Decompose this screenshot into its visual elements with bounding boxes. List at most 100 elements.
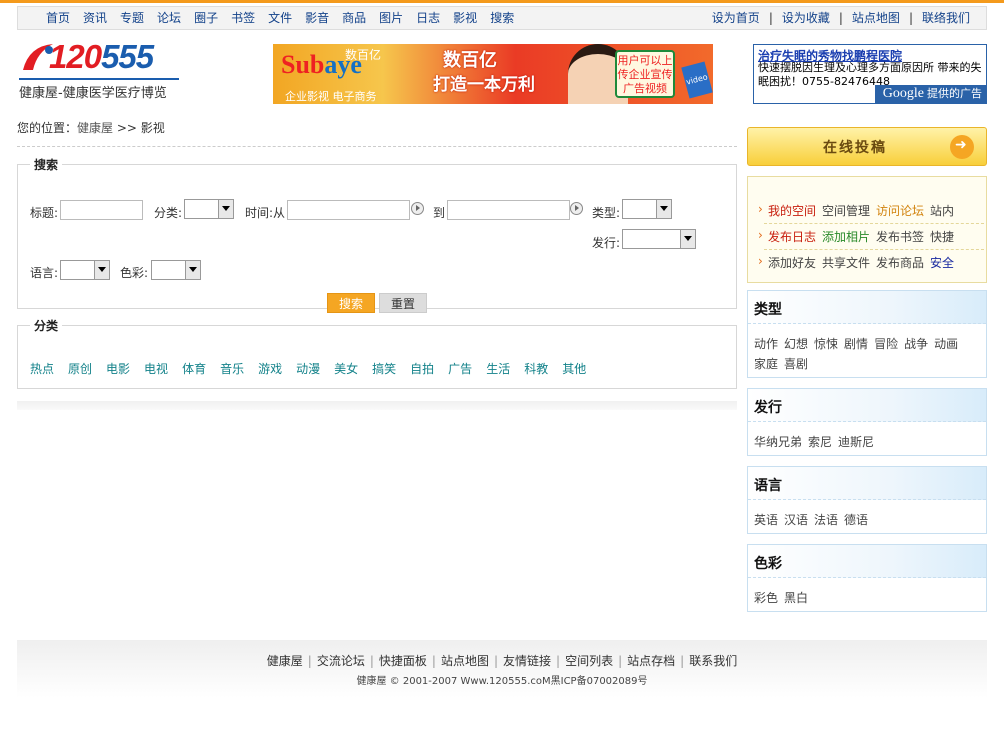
footer-link[interactable]: 站点存档 <box>627 654 675 668</box>
filter-link[interactable]: 动作 <box>754 337 778 351</box>
logo-tagline: 健康屋-健康医学医疗博览 <box>19 86 167 101</box>
category-link[interactable]: 动漫 <box>296 362 320 376</box>
space-link[interactable]: 安全 <box>930 256 954 270</box>
utility-link[interactable]: 设为首页 <box>712 11 760 25</box>
space-link[interactable]: 快捷 <box>930 230 954 244</box>
filter-link[interactable]: 剧情 <box>844 337 868 351</box>
nav-link[interactable]: 日志 <box>416 11 440 25</box>
banner-sub: 企业影视 电子商务 <box>285 90 377 103</box>
nav-link[interactable]: 文件 <box>268 11 292 25</box>
category-link[interactable]: 原创 <box>68 362 92 376</box>
nav-link[interactable]: 搜索 <box>490 11 514 25</box>
nav-link[interactable]: 首页 <box>46 11 70 25</box>
space-link[interactable]: 空间管理 <box>822 204 870 218</box>
category-link[interactable]: 音乐 <box>220 362 244 376</box>
category-link[interactable]: 生活 <box>486 362 510 376</box>
title-input[interactable] <box>60 200 143 220</box>
filter-link[interactable]: 德语 <box>844 513 868 527</box>
panel-header: 色彩 <box>748 545 986 578</box>
category-link[interactable]: 电影 <box>106 362 130 376</box>
filter-link[interactable]: 英语 <box>754 513 778 527</box>
filter-link[interactable]: 索尼 <box>808 435 832 449</box>
filter-link[interactable]: 战争 <box>904 337 928 351</box>
time-from-input[interactable] <box>287 200 410 220</box>
arrow-right-icon <box>950 135 974 159</box>
filter-link[interactable]: 迪斯尼 <box>838 435 874 449</box>
category-link[interactable]: 美女 <box>334 362 358 376</box>
google-ad[interactable]: 治疗失眠的秀物找鹏程医院 快速摆脱因生理及心理多方面原因所 带来的失眠困扰！07… <box>753 44 987 104</box>
utility-link[interactable]: 联络我们 <box>922 11 970 25</box>
nav-link[interactable]: 圈子 <box>194 11 218 25</box>
footer-link[interactable]: 快捷面板 <box>379 654 427 668</box>
footer-link[interactable]: 空间列表 <box>565 654 613 668</box>
filter-link[interactable]: 冒险 <box>874 337 898 351</box>
google-ad-badge[interactable]: Google 提供的广告 <box>874 85 986 103</box>
space-link[interactable]: 共享文件 <box>822 256 870 270</box>
space-link[interactable]: 发布书签 <box>876 230 924 244</box>
calendar-icon[interactable] <box>570 202 583 215</box>
type-select[interactable] <box>622 199 672 219</box>
nav-link[interactable]: 资讯 <box>83 11 107 25</box>
utility-link[interactable]: 设为收藏 <box>782 11 830 25</box>
nav-link[interactable]: 图片 <box>379 11 403 25</box>
category-link[interactable]: 游戏 <box>258 362 282 376</box>
category-link[interactable]: 电视 <box>144 362 168 376</box>
chevron-down-icon <box>94 261 109 279</box>
breadcrumb-home[interactable]: 健康屋 <box>77 121 113 135</box>
filter-link[interactable]: 动画 <box>934 337 958 351</box>
category-link[interactable]: 自拍 <box>410 362 434 376</box>
time-to-input[interactable] <box>447 200 570 220</box>
space-link[interactable]: 发布商品 <box>876 256 924 270</box>
nav-link[interactable]: 论坛 <box>157 11 181 25</box>
ad-banner[interactable]: 数百亿 Subaye 企业影视 电子商务 数百亿 打造一本万利 用户可以上传企业… <box>273 44 713 104</box>
site-logo[interactable]: 120555 健康屋-健康医学医疗博览 <box>17 38 182 102</box>
space-link[interactable]: 站内 <box>930 204 954 218</box>
category-link[interactable]: 热点 <box>30 362 54 376</box>
footer-link[interactable]: 交流论坛 <box>317 654 365 668</box>
utility-link[interactable]: 站点地图 <box>852 11 900 25</box>
space-link[interactable]: 添加相片 <box>822 230 870 244</box>
footer-link[interactable]: 联系我们 <box>689 654 737 668</box>
panel-body: 英语 汉语 法语 德语 <box>748 500 986 530</box>
filter-panel: 发行 华纳兄弟 索尼 迪斯尼 <box>747 388 987 456</box>
nav-link[interactable]: 影视 <box>453 11 477 25</box>
footer-links: 健康屋 | 交流论坛 | 快捷面板 | 站点地图 | 友情链接 | 空间列表 | 站点存档 | 联系我们 <box>17 652 987 669</box>
filter-link[interactable]: 法语 <box>814 513 838 527</box>
category-link[interactable]: 其他 <box>562 362 586 376</box>
nav-link[interactable]: 影音 <box>305 11 329 25</box>
calendar-icon[interactable] <box>411 202 424 215</box>
reset-button[interactable]: 重置 <box>379 293 427 313</box>
category-link[interactable]: 体育 <box>182 362 206 376</box>
filter-link[interactable]: 黑白 <box>784 591 808 605</box>
search-legend: 搜索 <box>34 158 59 172</box>
footer-link[interactable]: 站点地图 <box>441 654 489 668</box>
category-link[interactable]: 搞笑 <box>372 362 396 376</box>
nav-link[interactable]: 专题 <box>120 11 144 25</box>
space-link[interactable]: 访问论坛 <box>876 204 924 218</box>
footer-link[interactable]: 友情链接 <box>503 654 551 668</box>
panel-title: 色彩 <box>754 556 782 572</box>
filter-link[interactable]: 华纳兄弟 <box>754 435 802 449</box>
filter-link[interactable]: 彩色 <box>754 591 778 605</box>
filter-link[interactable]: 喜剧 <box>784 357 808 371</box>
filter-link[interactable]: 汉语 <box>784 513 808 527</box>
filter-link[interactable]: 家庭 <box>754 357 778 371</box>
language-select[interactable] <box>60 260 110 280</box>
footer-link[interactable]: 健康屋 <box>267 654 303 668</box>
nav-link[interactable]: 书签 <box>231 11 255 25</box>
space-link[interactable]: 我的空间 <box>768 204 816 218</box>
space-link[interactable]: 添加好友 <box>768 256 816 270</box>
category-link[interactable]: 广告 <box>448 362 472 376</box>
category-select[interactable] <box>184 199 234 219</box>
color-select[interactable] <box>151 260 201 280</box>
nav-separator: | <box>768 11 773 25</box>
category-link[interactable]: 科教 <box>524 362 548 376</box>
nav-link[interactable]: 商品 <box>342 11 366 25</box>
filter-link[interactable]: 惊悚 <box>814 337 838 351</box>
filter-link[interactable]: 幻想 <box>784 337 808 351</box>
space-link[interactable]: 发布日志 <box>768 230 816 244</box>
top-accent-line <box>0 0 1004 3</box>
online-submit-button[interactable]: 在线投稿 <box>747 127 987 166</box>
publisher-select[interactable] <box>622 229 696 249</box>
search-button[interactable]: 搜索 <box>327 293 375 313</box>
